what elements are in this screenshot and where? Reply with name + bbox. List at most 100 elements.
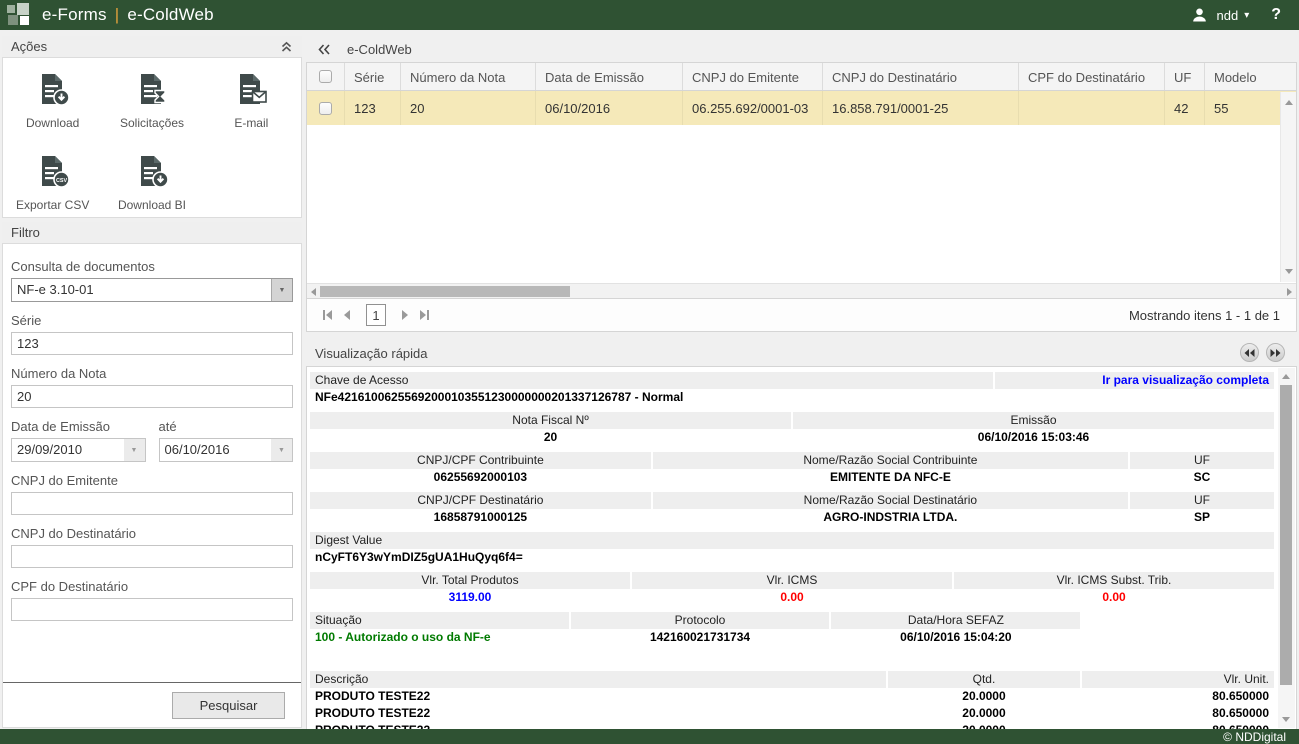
vertical-scrollbar[interactable] bbox=[1280, 92, 1296, 282]
produto-descricao: PRODUTO TESTE22 bbox=[310, 689, 886, 705]
pager-first-button[interactable] bbox=[323, 310, 332, 320]
column-header-cnpj-emitente[interactable]: CNPJ do Emitente bbox=[683, 63, 823, 90]
data-fim-picker[interactable]: 06/10/2016 ▼ bbox=[159, 438, 294, 462]
column-header-cnpj-destinatario[interactable]: CNPJ do Destinatário bbox=[823, 63, 1019, 90]
action-solicitacoes[interactable]: Solicitações bbox=[102, 72, 201, 130]
cnpj-emitente-input[interactable] bbox=[11, 492, 293, 515]
column-header-serie[interactable]: Série bbox=[345, 63, 401, 90]
column-header-modelo[interactable]: Modelo bbox=[1205, 63, 1279, 90]
scroll-left-icon[interactable] bbox=[311, 288, 316, 296]
document-download-icon bbox=[135, 154, 169, 193]
full-view-link[interactable]: Ir para visualização completa bbox=[995, 372, 1274, 389]
scroll-down-icon[interactable] bbox=[1282, 717, 1290, 722]
document-type-select[interactable]: NF-e 3.10-01 ▼ bbox=[11, 278, 293, 302]
dropdown-caret-icon[interactable]: ▼ bbox=[124, 439, 145, 461]
nome-destinatario-value: AGRO-INDSTRIA LTDA. bbox=[653, 510, 1128, 526]
cell-cnpj-emitente: 06.255.692/0001-03 bbox=[683, 91, 823, 125]
user-menu[interactable]: ndd bbox=[1216, 8, 1238, 23]
pager-prev-button[interactable] bbox=[344, 310, 350, 320]
search-button[interactable]: Pesquisar bbox=[172, 692, 285, 719]
quick-view-body: Chave de Acesso Ir para visualização com… bbox=[306, 366, 1297, 730]
dropdown-caret-icon[interactable]: ▼ bbox=[271, 439, 292, 461]
quick-view-title: Visualização rápida bbox=[315, 346, 428, 361]
documents-grid: Série Número da Nota Data de Emissão CNP… bbox=[306, 62, 1297, 332]
app-title-right: e-ColdWeb bbox=[127, 5, 214, 24]
dropdown-caret-icon[interactable]: ▼ bbox=[271, 279, 292, 301]
produto-descricao: PRODUTO TESTE22 bbox=[310, 706, 886, 722]
help-button[interactable]: ? bbox=[1271, 6, 1281, 24]
emissao-label: Emissão bbox=[793, 412, 1274, 429]
situacao-value: 100 - Autorizado o uso da NF-e bbox=[310, 630, 569, 646]
previous-document-button[interactable] bbox=[1240, 343, 1259, 362]
emissao-value: 06/10/2016 15:03:46 bbox=[793, 430, 1274, 446]
ate-label: até bbox=[159, 419, 294, 434]
pager-next-button[interactable] bbox=[402, 310, 408, 320]
sidebar: Ações Download Solicitações bbox=[2, 36, 302, 728]
scroll-up-icon[interactable] bbox=[1282, 374, 1290, 379]
cpf-destinatario-label: CPF do Destinatário bbox=[11, 579, 293, 594]
cell-cpf-destinatario bbox=[1019, 91, 1165, 125]
document-type-value: NF-e 3.10-01 bbox=[11, 278, 293, 302]
uf-destinatario-value: SP bbox=[1130, 510, 1274, 526]
app-title-left: e-Forms bbox=[42, 5, 107, 24]
svg-text:CSV: CSV bbox=[56, 178, 67, 184]
select-all-checkbox[interactable] bbox=[319, 70, 332, 83]
action-label: Download BI bbox=[118, 198, 186, 212]
cell-numero: 20 bbox=[401, 91, 536, 125]
pager-last-button[interactable] bbox=[420, 310, 429, 320]
row-checkbox[interactable] bbox=[319, 102, 332, 115]
sefaz-label: Data/Hora SEFAZ bbox=[831, 612, 1080, 629]
cnpj-destinatario-value: 16858791000125 bbox=[310, 510, 651, 526]
sefaz-value: 06/10/2016 15:04:20 bbox=[831, 630, 1080, 646]
filter-panel-body: Consulta de documentos NF-e 3.10-01 ▼ Sé… bbox=[2, 244, 302, 728]
pager-current-page[interactable]: 1 bbox=[366, 304, 386, 326]
user-menu-caret-icon[interactable]: ▾ bbox=[1244, 10, 1249, 21]
cpf-destinatario-input[interactable] bbox=[11, 598, 293, 621]
numero-nota-label: Número da Nota bbox=[11, 366, 293, 381]
topbar: e-Forms|e-ColdWeb ndd ▾ ? bbox=[0, 0, 1299, 30]
uf-contribuinte-value: SC bbox=[1130, 470, 1274, 486]
chave-acesso-value: NFe4216100625569200010355123000000020133… bbox=[310, 390, 1274, 406]
serie-label: Série bbox=[11, 313, 293, 328]
quick-view-scrollbar[interactable] bbox=[1278, 368, 1295, 728]
collapse-panel-icon[interactable] bbox=[280, 40, 293, 53]
next-document-button[interactable] bbox=[1266, 343, 1285, 362]
nota-fiscal-label: Nota Fiscal Nº bbox=[310, 412, 791, 429]
cnpj-destinatario-input[interactable] bbox=[11, 545, 293, 568]
grid-empty-space bbox=[307, 125, 1296, 283]
column-header-uf[interactable]: UF bbox=[1165, 63, 1205, 90]
user-icon bbox=[1191, 7, 1208, 23]
data-inicio-picker[interactable]: 29/09/2010 ▼ bbox=[11, 438, 146, 462]
vlr-icms-st-label: Vlr. ICMS Subst. Trib. bbox=[954, 572, 1274, 589]
scroll-up-icon[interactable] bbox=[1285, 100, 1293, 105]
cell-uf: 42 bbox=[1165, 91, 1205, 125]
column-header-numero[interactable]: Número da Nota bbox=[401, 63, 536, 90]
action-exportar-csv[interactable]: CSV Exportar CSV bbox=[3, 154, 102, 212]
horizontal-scroll-thumb[interactable] bbox=[320, 286, 570, 297]
column-header-cpf-destinatario[interactable]: CPF do Destinatário bbox=[1019, 63, 1165, 90]
action-download-bi[interactable]: Download BI bbox=[102, 154, 201, 212]
numero-nota-input[interactable] bbox=[11, 385, 293, 408]
serie-input[interactable] bbox=[11, 332, 293, 355]
cnpj-contribuinte-value: 06255692000103 bbox=[310, 470, 651, 486]
action-email[interactable]: E-mail bbox=[202, 72, 301, 130]
action-download[interactable]: Download bbox=[3, 72, 102, 130]
vlr-icms-label: Vlr. ICMS bbox=[632, 572, 952, 589]
digest-value: nCyFT6Y3wYmDIZ5gUA1HuQyq6f4= bbox=[310, 550, 1274, 566]
column-header-data-emissao[interactable]: Data de Emissão bbox=[536, 63, 683, 90]
cell-data-emissao: 06/10/2016 bbox=[536, 91, 683, 125]
scroll-down-icon[interactable] bbox=[1285, 269, 1293, 274]
collapse-sidebar-icon[interactable] bbox=[317, 43, 331, 56]
cnpj-contribuinte-label: CNPJ/CPF Contribuinte bbox=[310, 452, 651, 469]
grid-pager: 1 Mostrando itens 1 - 1 de 1 bbox=[307, 298, 1296, 331]
grid-titlebar: e-ColdWeb bbox=[306, 36, 1297, 62]
table-row[interactable]: 123 20 06/10/2016 06.255.692/0001-03 16.… bbox=[307, 91, 1296, 125]
horizontal-scrollbar[interactable] bbox=[307, 283, 1296, 298]
quick-view-scroll-thumb[interactable] bbox=[1280, 385, 1292, 685]
scroll-right-icon[interactable] bbox=[1287, 288, 1292, 296]
produto-qtd: 20.0000 bbox=[888, 689, 1080, 705]
app-logo-icon bbox=[7, 3, 33, 27]
consulta-label: Consulta de documentos bbox=[11, 259, 293, 274]
produto-qtd-header: Qtd. bbox=[888, 671, 1080, 688]
vlr-icms-st-value: 0.00 bbox=[954, 590, 1274, 606]
